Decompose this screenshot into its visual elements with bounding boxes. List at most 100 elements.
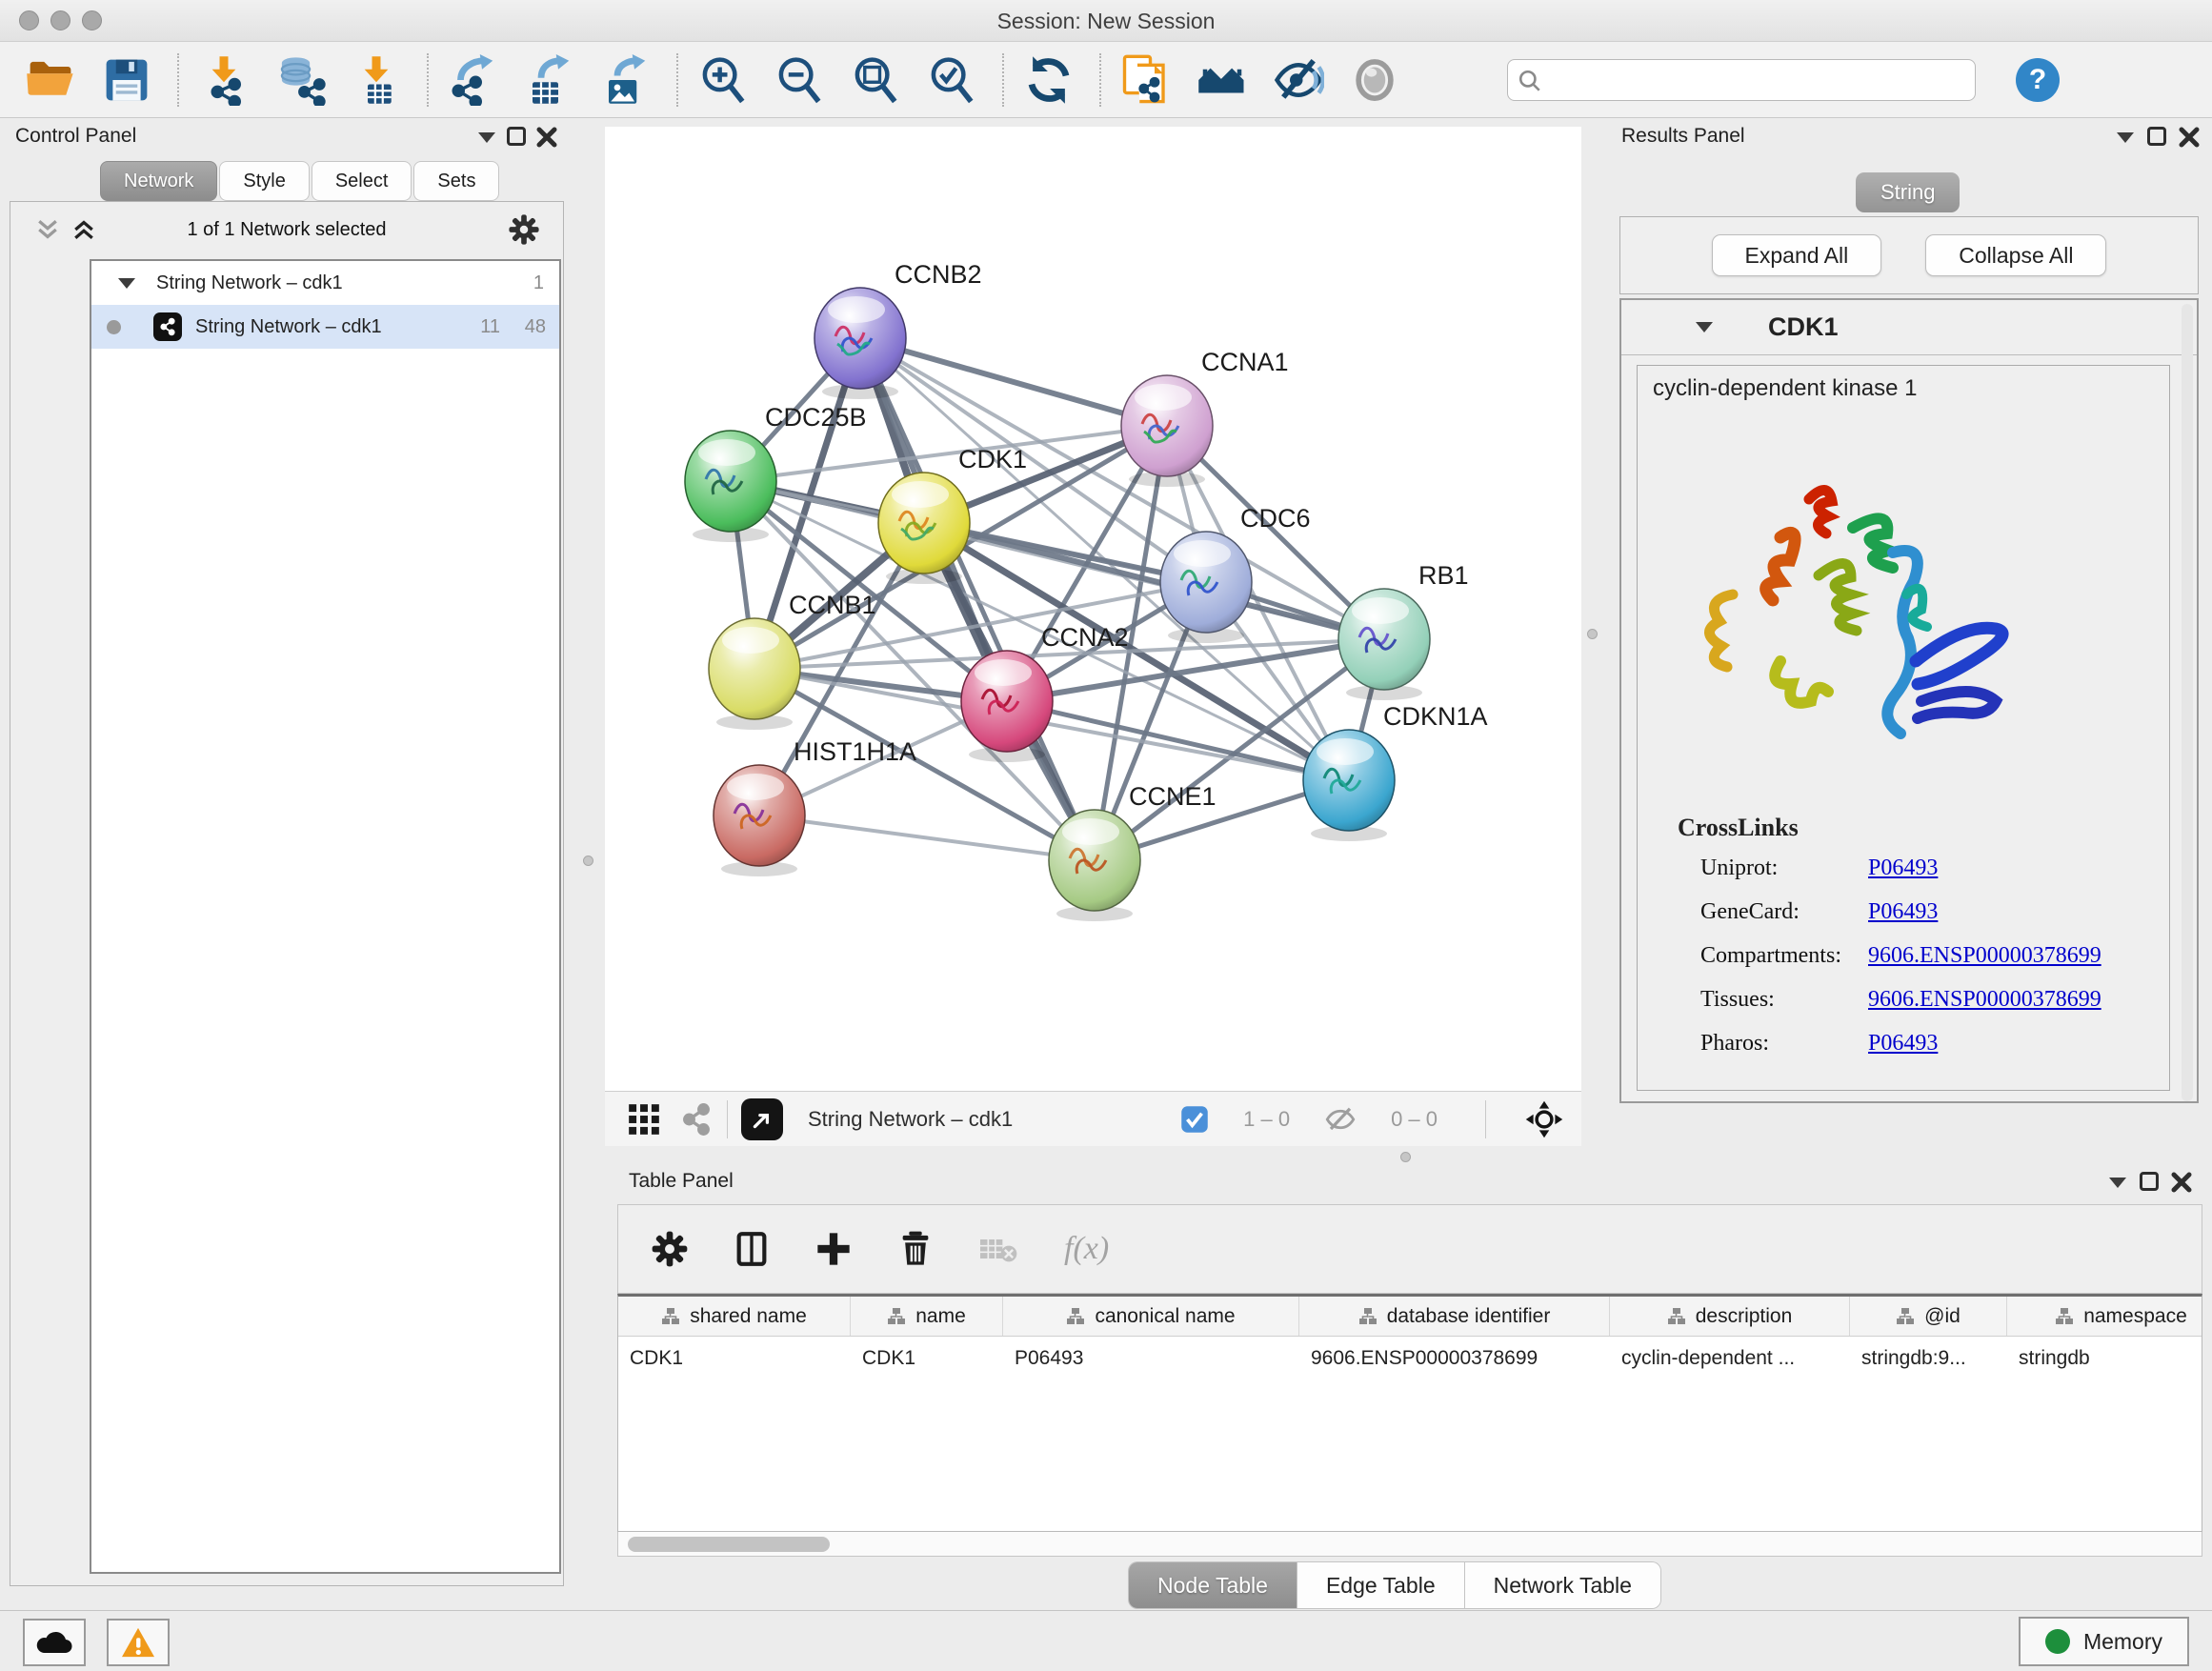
network-node[interactable]: CCNB1 xyxy=(709,591,876,730)
tab-network[interactable]: Network xyxy=(100,161,217,201)
tab-select[interactable]: Select xyxy=(312,161,412,201)
collection-expand-icon[interactable] xyxy=(118,278,135,289)
column-header-namespace[interactable]: namespace xyxy=(2007,1297,2202,1336)
network-node[interactable]: RB1 xyxy=(1338,561,1469,700)
crosslink-link[interactable]: P06493 xyxy=(1868,899,1938,925)
delete-table-icon[interactable] xyxy=(978,1230,1020,1268)
left-splitter-handle[interactable] xyxy=(583,856,593,866)
show-all-button[interactable] xyxy=(1345,50,1404,110)
network-node[interactable]: CDC25B xyxy=(685,403,867,542)
table-cell[interactable]: stringdb xyxy=(2007,1337,2202,1380)
tab-string[interactable]: String xyxy=(1856,172,1960,212)
expand-all-button[interactable]: Expand All xyxy=(1712,234,1882,276)
close-panel-icon[interactable] xyxy=(2170,1171,2193,1194)
column-header-shared-name[interactable]: shared name xyxy=(618,1297,851,1336)
export-table-button[interactable] xyxy=(520,50,579,110)
crosslink-link[interactable]: P06493 xyxy=(1868,856,1938,881)
table-cell[interactable]: 9606.ENSP00000378699 xyxy=(1299,1337,1610,1380)
result-entry-header[interactable]: CDK1 xyxy=(1621,300,2197,355)
close-panel-icon[interactable] xyxy=(535,126,558,149)
network-node[interactable]: CCNE1 xyxy=(1049,782,1217,921)
right-splitter-handle[interactable] xyxy=(1587,629,1598,639)
hide-selected-button[interactable] xyxy=(1269,50,1328,110)
crosslink-link[interactable]: 9606.ENSP00000378699 xyxy=(1868,943,2101,969)
search-box xyxy=(1507,59,1976,101)
float-panel-icon[interactable] xyxy=(507,127,526,146)
table-cell[interactable]: P06493 xyxy=(1003,1337,1299,1380)
column-header-description[interactable]: description xyxy=(1610,1297,1850,1336)
zoom-in-button[interactable] xyxy=(694,50,753,110)
network-collection-row[interactable]: String Network – cdk1 1 xyxy=(91,261,559,305)
zoom-out-button[interactable] xyxy=(770,50,829,110)
table-hscrollbar[interactable] xyxy=(617,1532,2202,1557)
import-table-file-button[interactable] xyxy=(347,50,406,110)
import-network-file-button[interactable] xyxy=(194,50,253,110)
birdseye-toggle[interactable] xyxy=(741,1098,783,1140)
export-network-button[interactable] xyxy=(444,50,503,110)
tab-node-table[interactable]: Node Table xyxy=(1129,1562,1297,1608)
zoom-selected-button[interactable] xyxy=(922,50,981,110)
function-builder-button[interactable]: f(x) xyxy=(1064,1231,1109,1267)
network-node[interactable]: HIST1H1A xyxy=(714,737,916,876)
toolbar-divider xyxy=(1099,53,1101,107)
tab-edge-table[interactable]: Edge Table xyxy=(1297,1562,1465,1608)
search-input[interactable] xyxy=(1550,60,1960,98)
entry-expand-icon[interactable] xyxy=(1696,322,1713,332)
export-image-button[interactable] xyxy=(596,50,655,110)
zoom-selected-icon xyxy=(926,54,977,106)
open-session-button[interactable] xyxy=(21,50,80,110)
selected-checkbox-icon[interactable] xyxy=(1180,1105,1209,1134)
home-button[interactable] xyxy=(1193,50,1252,110)
memory-button[interactable]: Memory xyxy=(2019,1617,2189,1666)
control-panel-tabs: Network Style Select Sets xyxy=(100,161,501,201)
gear-icon[interactable] xyxy=(508,213,540,246)
crosslink-row: Compartments: 9606.ENSP00000378699 xyxy=(1700,943,2148,987)
panel-menu-icon[interactable] xyxy=(2117,132,2134,143)
delete-column-trash-icon[interactable] xyxy=(896,1230,935,1268)
hscrollbar-thumb[interactable] xyxy=(628,1537,830,1552)
show-columns-icon[interactable] xyxy=(733,1230,771,1268)
column-header-database-identifier[interactable]: database identifier xyxy=(1299,1297,1610,1336)
import-network-database-button[interactable] xyxy=(271,50,330,110)
tab-network-table[interactable]: Network Table xyxy=(1465,1562,1660,1608)
table-cell[interactable]: CDK1 xyxy=(618,1337,851,1380)
table-cell[interactable]: CDK1 xyxy=(851,1337,1003,1380)
warnings-button[interactable] xyxy=(107,1619,170,1666)
tab-sets[interactable]: Sets xyxy=(413,161,499,201)
network-node[interactable]: CDKN1A xyxy=(1303,702,1488,841)
share-view-icon[interactable] xyxy=(679,1102,714,1137)
network-row[interactable]: String Network – cdk1 11 48 xyxy=(91,305,559,349)
help-button[interactable]: ? xyxy=(2016,58,2060,102)
apply-layout-button[interactable] xyxy=(1019,50,1078,110)
panel-menu-icon[interactable] xyxy=(478,132,495,143)
cloud-button[interactable] xyxy=(23,1619,86,1666)
panel-menu-icon[interactable] xyxy=(2109,1178,2126,1188)
network-node[interactable]: CCNB2 xyxy=(814,260,982,399)
bottom-splitter-handle[interactable] xyxy=(1400,1152,1411,1162)
column-header-canonical-name[interactable]: canonical name xyxy=(1003,1297,1299,1336)
table-cell[interactable]: cyclin-dependent ... xyxy=(1610,1337,1850,1380)
float-panel-icon[interactable] xyxy=(2140,1172,2159,1191)
table-cell[interactable]: stringdb:9... xyxy=(1850,1337,2007,1380)
results-panel-title: Results Panel xyxy=(1621,125,1745,147)
float-panel-icon[interactable] xyxy=(2147,127,2166,146)
table-row[interactable]: CDK1CDK1P064939606.ENSP00000378699cyclin… xyxy=(618,1337,2202,1380)
crosslink-label: GeneCard: xyxy=(1700,899,1800,925)
crosslink-link[interactable]: 9606.ENSP00000378699 xyxy=(1868,987,2101,1013)
clone-network-button[interactable] xyxy=(1116,50,1176,110)
network-canvas[interactable]: CCNB2CCNA1CDC25BCDK1CDC6RB1CCNB1CCNA2CDK… xyxy=(605,127,1581,1091)
close-panel-icon[interactable] xyxy=(2178,126,2201,149)
hidden-eye-slash-icon[interactable] xyxy=(1324,1105,1357,1134)
zoom-fit-button[interactable] xyxy=(846,50,905,110)
column-header-name[interactable]: name xyxy=(851,1297,1003,1336)
tab-style[interactable]: Style xyxy=(219,161,309,201)
results-scrollbar[interactable] xyxy=(2182,304,2193,1101)
fit-content-crosshair-icon[interactable] xyxy=(1524,1099,1564,1139)
crosslink-link[interactable]: P06493 xyxy=(1868,1031,1938,1057)
add-column-icon[interactable] xyxy=(814,1230,853,1268)
column-header--id[interactable]: @id xyxy=(1850,1297,2007,1336)
table-settings-gear-icon[interactable] xyxy=(651,1230,689,1268)
save-session-button[interactable] xyxy=(97,50,156,110)
collapse-all-button[interactable]: Collapse All xyxy=(1925,234,2106,276)
grid-view-icon[interactable] xyxy=(626,1101,662,1137)
